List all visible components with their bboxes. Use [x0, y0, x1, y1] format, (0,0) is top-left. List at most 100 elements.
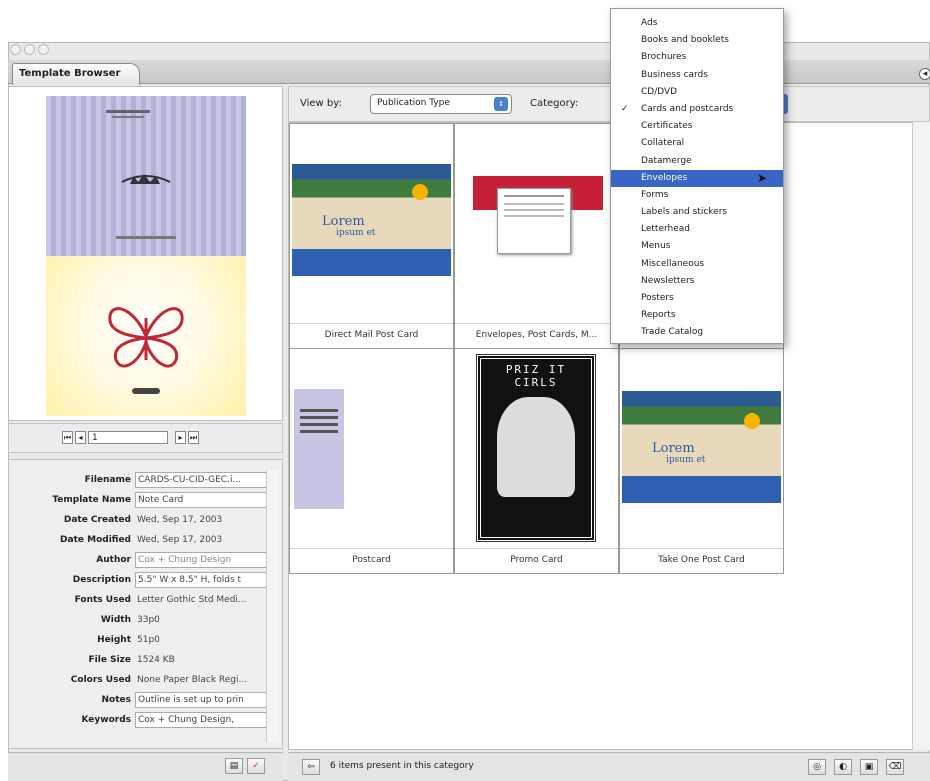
page-icon[interactable]: ▤: [225, 758, 243, 774]
width-value: 33p0: [137, 615, 160, 625]
property-label: Description: [72, 575, 131, 585]
art-ipsum-text: ipsum et: [666, 455, 706, 465]
notes-field[interactable]: Outline is set up to prin: [135, 692, 277, 708]
menu-item-labels-and-stickers[interactable]: Labels and stickers: [611, 204, 783, 221]
tab-bar: [8, 60, 930, 84]
filename-field[interactable]: CARDS-CU-CID-GEC.i...: [135, 472, 277, 488]
date-created-value: Wed, Sep 17, 2003: [137, 515, 223, 525]
view-by-value: Publication Type: [377, 98, 450, 108]
open-template-icon[interactable]: ◐: [834, 759, 852, 775]
menu-item-menus[interactable]: Menus: [611, 238, 783, 255]
first-page-icon[interactable]: ⏮: [62, 431, 73, 444]
preview-ornament-line: [132, 388, 160, 394]
thumbnail-envelopes-post-cards[interactable]: Envelopes, Post Cards, M...: [454, 123, 619, 349]
menu-item-letterhead[interactable]: Letterhead: [611, 221, 783, 238]
menu-item-label: Brochures: [641, 52, 687, 63]
menu-item-datamerge[interactable]: Datamerge: [611, 153, 783, 170]
template-thumbnail-grid: Lorem ipsum et Direct Mail Post Card Env…: [288, 122, 930, 750]
postcard-art: Lorem ipsum et: [622, 391, 781, 503]
property-date-created: Date Created Wed, Sep 17, 2003: [9, 510, 282, 530]
description-field[interactable]: 5.5" W x 8.5" H, folds t: [135, 572, 277, 588]
height-value: 51p0: [137, 635, 160, 645]
delete-icon[interactable]: ⌫: [886, 759, 904, 775]
category-dropdown-menu[interactable]: Ads Books and booklets Brochures Busines…: [610, 8, 784, 344]
menu-item-cards-and-postcards[interactable]: ✓ Cards and postcards: [611, 101, 783, 118]
art-ipsum-text: ipsum et: [336, 228, 376, 238]
last-page-icon[interactable]: ⏭: [188, 431, 199, 444]
thumbnail-direct-mail-post-card[interactable]: Lorem ipsum et Direct Mail Post Card: [289, 123, 454, 349]
postcard-art: Lorem ipsum et: [292, 164, 451, 276]
property-author: Author Cox + Chung Design: [9, 550, 282, 570]
menu-item-business-cards[interactable]: Business cards: [611, 67, 783, 84]
minimize-window-icon[interactable]: [24, 44, 35, 55]
next-page-icon[interactable]: ▸: [175, 431, 186, 444]
property-colors-used: Colors Used None Paper Black Regi...: [9, 670, 282, 690]
menu-item-label: Reports: [641, 310, 676, 321]
property-file-size: File Size 1524 KB: [9, 650, 282, 670]
menu-item-label: Ads: [641, 18, 658, 28]
tab-template-browser[interactable]: Template Browser: [12, 63, 140, 85]
menu-item-label: Posters: [641, 293, 674, 303]
property-label: File Size: [88, 655, 131, 665]
property-keywords: Keywords Cox + Chung Design,: [9, 710, 282, 730]
go-up-folder-icon[interactable]: ⇦: [302, 759, 320, 775]
template-name-field[interactable]: Note Card: [135, 492, 277, 508]
menu-item-label: Certificates: [641, 121, 693, 132]
template-properties-panel: Filename CARDS-CU-CID-GEC.i... Template N…: [8, 459, 283, 749]
art-lorem-text: Lorem: [322, 214, 365, 229]
thumbnail-caption: Envelopes, Post Cards, M...: [455, 323, 618, 348]
menu-item-brochures[interactable]: Brochures: [611, 49, 783, 66]
previous-page-icon[interactable]: ◂: [75, 431, 86, 444]
binoculars-icon[interactable]: ◎: [808, 759, 826, 775]
collapse-panel-icon[interactable]: ◂: [919, 68, 930, 80]
status-bar: ⇦ 6 items present in this category ◎ ◐ ▣…: [288, 752, 930, 781]
menu-item-reports[interactable]: Reports: [611, 307, 783, 324]
property-notes: Notes Outline is set up to prin: [9, 690, 282, 710]
menu-item-miscellaneous[interactable]: Miscellaneous: [611, 256, 783, 273]
properties-scrollbar[interactable]: [266, 470, 279, 742]
thumbnail-caption: Promo Card: [455, 548, 618, 573]
window-controls[interactable]: [10, 44, 70, 58]
preview-page-front: [46, 96, 246, 256]
author-field[interactable]: Cox + Chung Design: [135, 552, 277, 568]
menu-item-certificates[interactable]: Certificates: [611, 118, 783, 135]
mouse-pointer-icon: ➤: [756, 170, 767, 185]
menu-item-newsletters[interactable]: Newsletters: [611, 273, 783, 290]
close-window-icon[interactable]: [10, 44, 21, 55]
menu-item-label: CD/DVD: [641, 86, 678, 97]
menu-item-label: Cards and postcards: [641, 103, 734, 114]
grid-scrollbar[interactable]: [912, 122, 930, 750]
menu-item-trade-catalog[interactable]: Trade Catalog: [611, 324, 783, 341]
menu-item-label: Books and booklets: [641, 35, 729, 46]
new-document-icon[interactable]: ▣: [860, 759, 878, 775]
menu-item-books-and-booklets[interactable]: Books and booklets: [611, 32, 783, 49]
menu-item-label: Menus: [641, 241, 671, 252]
thumbnail-promo-card[interactable]: PRIZ IT CIRLS Promo Card: [454, 348, 619, 574]
menu-item-forms[interactable]: Forms: [611, 187, 783, 204]
menu-item-label: Trade Catalog: [641, 327, 704, 338]
menu-item-label: Miscellaneous: [641, 258, 705, 269]
menu-item-ads[interactable]: Ads: [611, 15, 783, 32]
view-by-select[interactable]: Publication Type ⇕: [370, 94, 512, 114]
menu-item-cd-dvd[interactable]: CD/DVD: [611, 84, 783, 101]
menu-item-posters[interactable]: Posters: [611, 290, 783, 307]
menu-item-envelopes[interactable]: Envelopes ➤: [611, 169, 783, 187]
preview-subheading-line: [112, 116, 144, 118]
property-label: Author: [96, 555, 131, 565]
promo-title-text: PRIZ IT CIRLS: [505, 363, 567, 389]
menu-item-collateral[interactable]: Collateral: [611, 135, 783, 152]
property-width: Width 33p0: [9, 610, 282, 630]
menu-item-label: Business cards: [641, 69, 708, 80]
thumbnail-take-one-post-card[interactable]: Lorem ipsum et Take One Post Card: [619, 348, 784, 574]
page-number-field[interactable]: 1: [88, 431, 168, 444]
property-label: Fonts Used: [74, 595, 131, 605]
checkmark-icon[interactable]: ✓: [247, 758, 265, 774]
file-size-value: 1524 KB: [137, 655, 175, 665]
date-modified-value: Wed, Sep 17, 2003: [137, 535, 223, 545]
butterfly-icon: [108, 307, 184, 368]
keywords-field[interactable]: Cox + Chung Design,: [135, 712, 277, 728]
zoom-window-icon[interactable]: [38, 44, 49, 55]
menu-item-label: Letterhead: [641, 224, 690, 235]
property-label: Colors Used: [70, 675, 131, 685]
thumbnail-postcard[interactable]: Postcard: [289, 348, 454, 574]
